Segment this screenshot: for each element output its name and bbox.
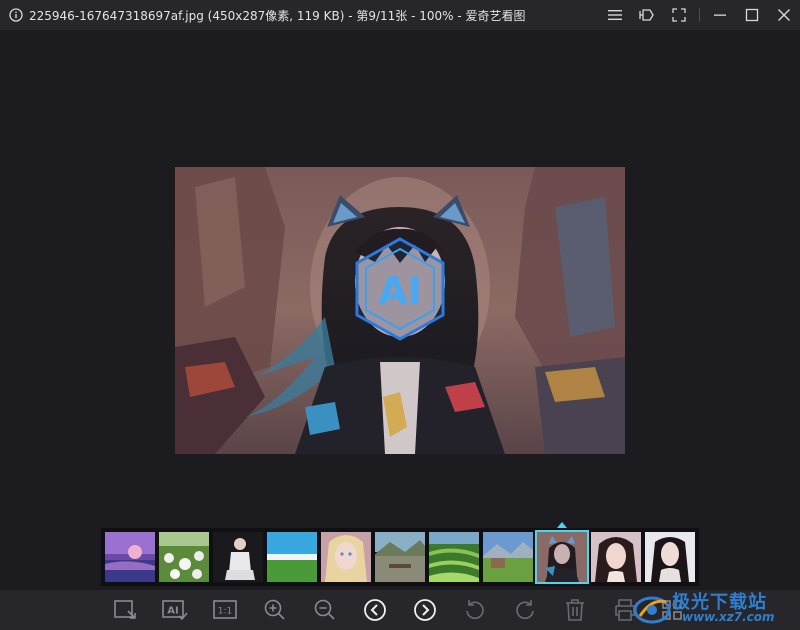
previous-image-icon[interactable]: [361, 596, 389, 624]
thumbnail-strip: [101, 522, 699, 586]
minimize-icon[interactable]: [704, 0, 736, 30]
ai-logo-text: AI: [378, 269, 422, 313]
actual-size-label: 1:1: [218, 607, 232, 617]
zoom-out-icon[interactable]: [311, 596, 339, 624]
thumbnail-2[interactable]: [159, 532, 209, 582]
active-thumbnail-indicator: [557, 522, 567, 528]
close-icon[interactable]: [768, 0, 800, 30]
thumbnail-11[interactable]: [645, 532, 695, 582]
thumbnail-4[interactable]: [267, 532, 317, 582]
thumbnail-8[interactable]: [483, 532, 533, 582]
watermark-url: www.xz7.com: [682, 610, 775, 624]
crop-icon[interactable]: [111, 596, 139, 624]
rotate-left-icon[interactable]: [461, 596, 489, 624]
ai-enhance-label: AI: [167, 606, 178, 617]
window-controls: [599, 0, 800, 30]
thumbnail-5[interactable]: [321, 532, 371, 582]
title-bar: 225946-167647318697af.jpg (450x287像素, 11…: [0, 0, 800, 30]
watermark: 极光下载站 www.xz7.com: [632, 588, 792, 628]
thumbnail-3[interactable]: [213, 532, 263, 582]
divider: [699, 8, 700, 22]
info-icon[interactable]: [9, 8, 23, 22]
maximize-icon[interactable]: [736, 0, 768, 30]
zoom-in-icon[interactable]: [261, 596, 289, 624]
menu-icon[interactable]: [599, 0, 631, 30]
window-title: 225946-167647318697af.jpg (450x287像素, 11…: [29, 8, 526, 23]
main-image[interactable]: AI: [175, 167, 625, 454]
thumbnail-10[interactable]: [591, 532, 641, 582]
thumbnail-6[interactable]: [375, 532, 425, 582]
thumbnail-7[interactable]: [429, 532, 479, 582]
watermark-logo-icon: [633, 596, 671, 624]
ai-enhance-button[interactable]: AI: [161, 596, 189, 624]
fullscreen-icon[interactable]: [663, 0, 695, 30]
next-image-icon[interactable]: [411, 596, 439, 624]
thumbnail-1[interactable]: [105, 532, 155, 582]
pin-icon[interactable]: [631, 0, 663, 30]
delete-icon[interactable]: [561, 596, 589, 624]
image-viewport[interactable]: AI: [0, 30, 800, 530]
rotate-right-icon[interactable]: [511, 596, 539, 624]
thumbnail-9-active[interactable]: [535, 530, 589, 584]
actual-size-button[interactable]: 1:1: [211, 596, 239, 624]
